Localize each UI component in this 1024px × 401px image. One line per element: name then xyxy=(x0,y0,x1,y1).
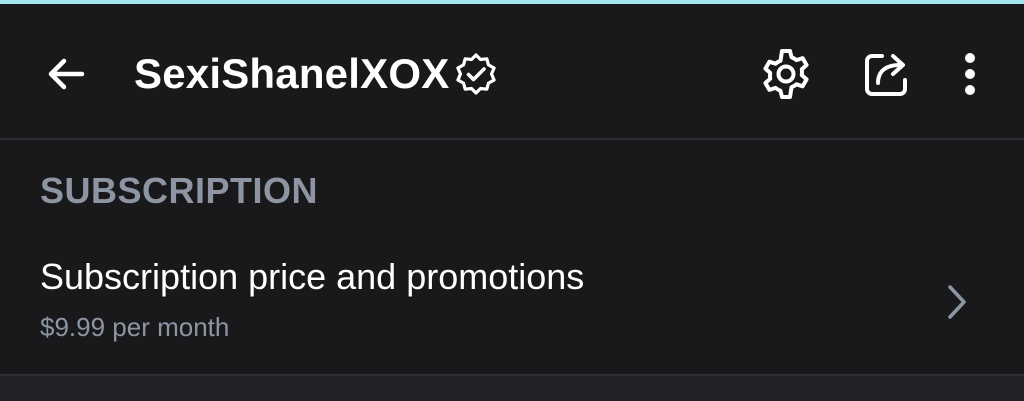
arrow-left-icon xyxy=(48,58,85,90)
page-title: SexiShanelXOX xyxy=(134,50,450,97)
next-section-strip xyxy=(0,376,1024,401)
header-divider xyxy=(0,138,1024,140)
profile-title-group: SexiShanelXOX xyxy=(134,46,499,102)
subscription-price-value: $9.99 per month xyxy=(40,312,230,342)
verified-badge-icon xyxy=(453,51,499,97)
gear-icon xyxy=(763,49,809,99)
section-title-subscription: SUBSCRIPTION xyxy=(40,170,319,211)
share-button[interactable] xyxy=(859,46,915,102)
chevron-right-icon xyxy=(938,282,974,322)
subscription-price-row[interactable]: Subscription price and promotions $9.99 … xyxy=(0,236,1024,372)
app-header: SexiShanelXOX xyxy=(0,4,1024,138)
share-icon xyxy=(865,54,907,96)
more-vertical-icon xyxy=(965,53,975,95)
more-options-button[interactable] xyxy=(942,46,998,102)
back-button[interactable] xyxy=(36,44,96,104)
row-title: Subscription price and promotions xyxy=(40,256,585,297)
settings-button[interactable] xyxy=(758,46,814,102)
